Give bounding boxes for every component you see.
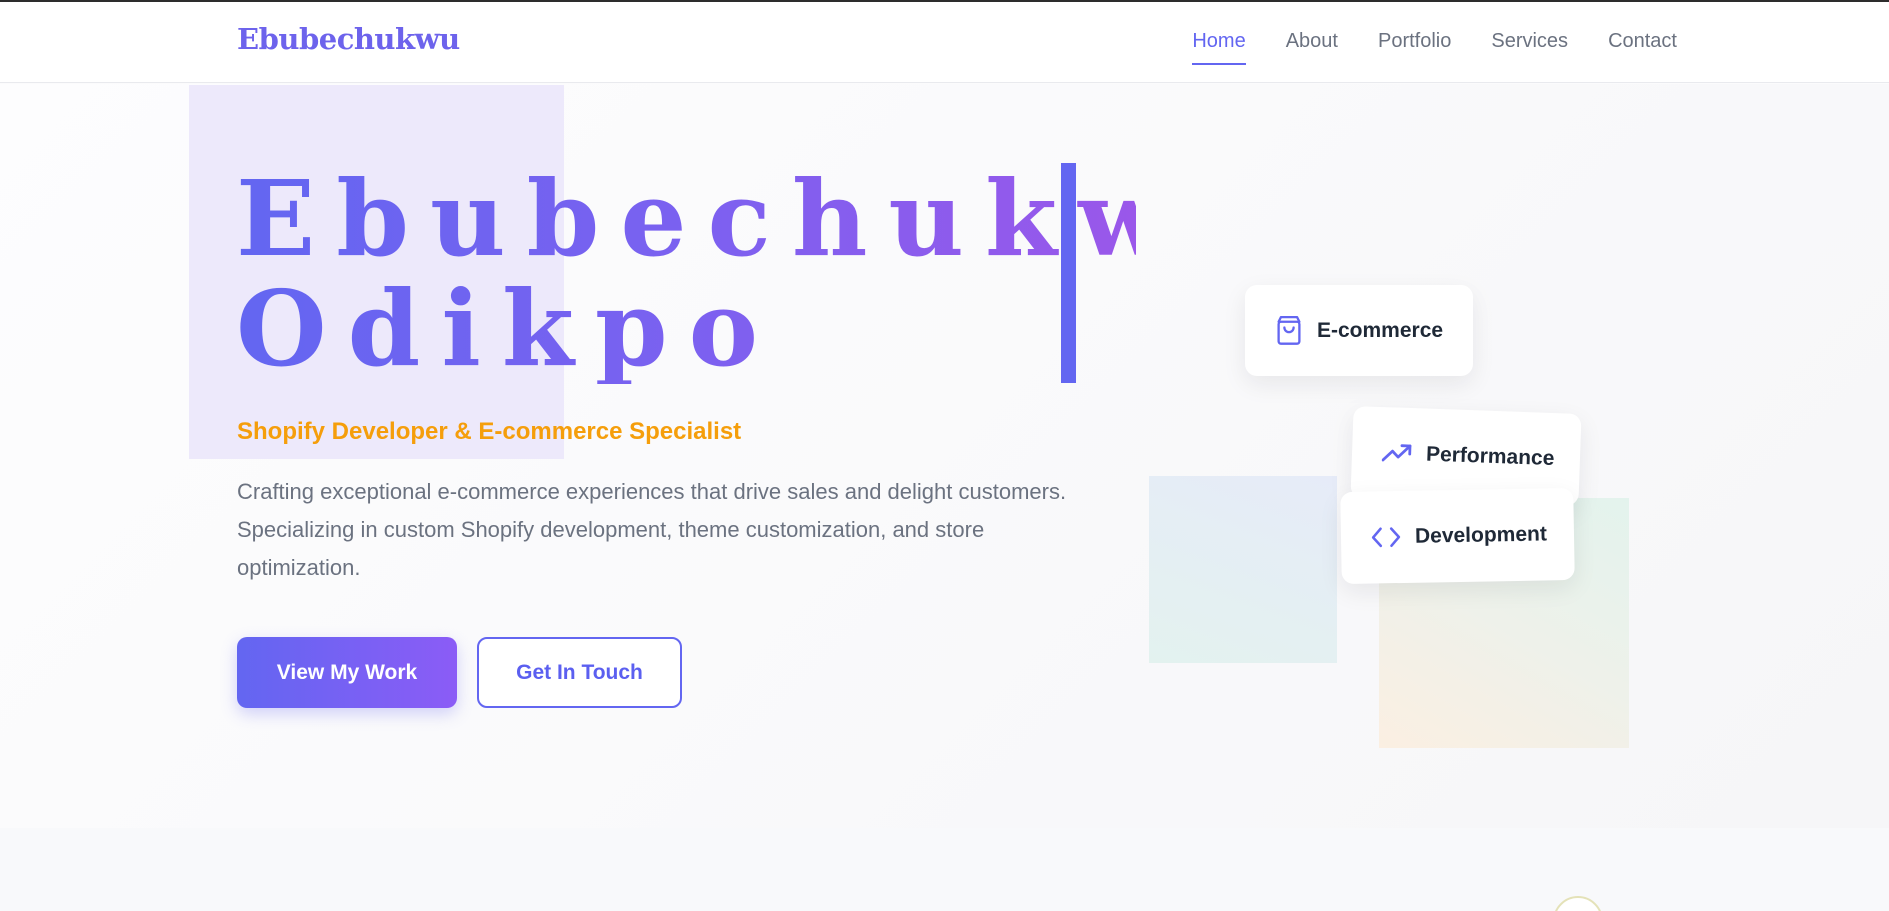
nav-link-home[interactable]: Home bbox=[1192, 30, 1247, 65]
feature-card-label: E-commerce bbox=[1317, 318, 1444, 342]
brand-logo[interactable]: Ebubechukwu bbox=[237, 22, 460, 56]
feature-card-label: Performance bbox=[1425, 442, 1555, 471]
nav-links: Home About Portfolio Services Contact bbox=[1192, 30, 1677, 65]
get-in-touch-button[interactable]: Get In Touch bbox=[477, 637, 682, 708]
hero-name-line2: Odikpo bbox=[236, 267, 779, 390]
shopping-bag-icon bbox=[1277, 315, 1301, 345]
top-navbar: Ebubechukwu Home About Portfolio Service… bbox=[0, 2, 1889, 83]
feature-card-development: Development bbox=[1340, 487, 1575, 585]
nav-link-about[interactable]: About bbox=[1286, 30, 1338, 65]
nav-link-contact[interactable]: Contact bbox=[1608, 30, 1677, 65]
hero-description: Crafting exceptional e-commerce experien… bbox=[237, 479, 1067, 580]
feature-card-label: Development bbox=[1414, 522, 1548, 548]
hero-name-line1: Ebubechukwu bbox=[236, 157, 1286, 280]
code-icon bbox=[1371, 527, 1401, 548]
view-my-work-button[interactable]: View My Work bbox=[237, 637, 457, 708]
feature-card-ecommerce: E-commerce bbox=[1245, 285, 1473, 376]
hero-subtitle: Shopify Developer & E-commerce Specialis… bbox=[237, 418, 742, 445]
typing-cursor bbox=[1061, 163, 1076, 383]
trending-up-icon bbox=[1381, 444, 1412, 462]
hero-name-title: Ebubechukwu Odikpo bbox=[236, 164, 1136, 384]
decorative-square-left bbox=[1149, 476, 1337, 663]
nav-link-services[interactable]: Services bbox=[1491, 30, 1568, 65]
next-section bbox=[0, 828, 1889, 911]
nav-link-portfolio[interactable]: Portfolio bbox=[1378, 30, 1451, 65]
